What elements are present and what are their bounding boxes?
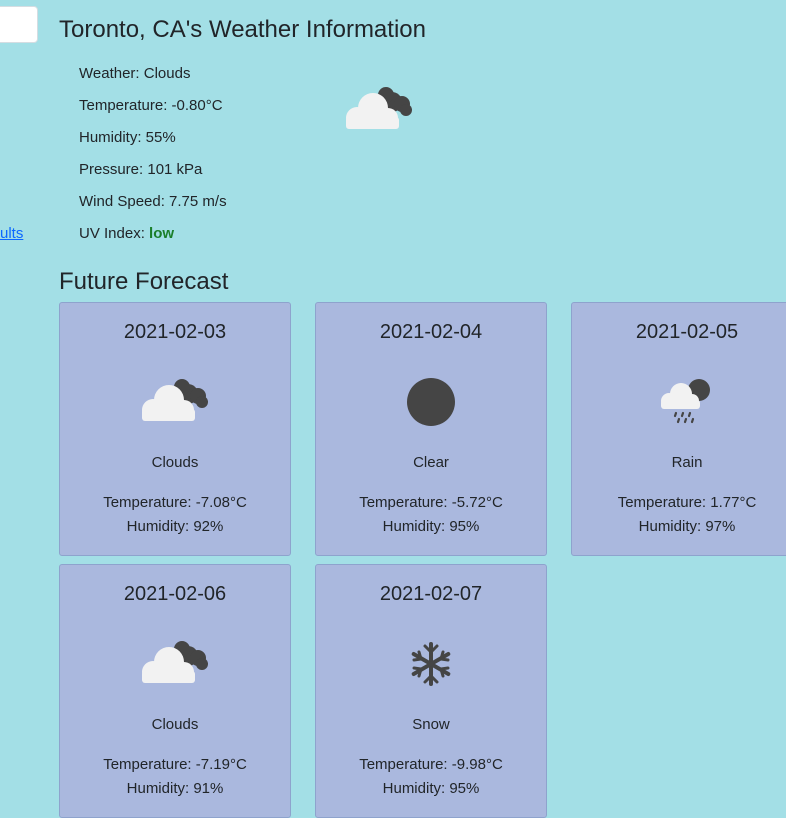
- current-temperature: Temperature: -0.80°C: [79, 97, 223, 114]
- uv-index-label: UV Index:: [79, 225, 150, 242]
- forecast-humidity: Humidity: 97%: [638, 518, 736, 535]
- results-link[interactable]: ults: [0, 225, 23, 242]
- current-humidity: Humidity: 55%: [79, 129, 176, 146]
- forecast-card: 2021-02-05 Rain Temperature: 1.77°C Humi…: [571, 302, 786, 556]
- forecast-humidity: Humidity: 95%: [382, 780, 480, 797]
- forecast-condition: Clouds: [151, 716, 199, 733]
- forecast-card: 2021-02-07 Snow Temperature: -9.98°C Hum…: [315, 564, 547, 818]
- uv-index: UV Index: low: [79, 222, 227, 254]
- forecast-title: Future Forecast: [59, 268, 229, 295]
- forecast-card: 2021-02-03 Clouds Temperature: -7.08°C H…: [59, 302, 291, 556]
- forecast-condition: Snow: [412, 716, 450, 733]
- forecast-humidity: Humidity: 95%: [382, 518, 480, 535]
- rain-icon: [661, 379, 710, 424]
- clouds-icon: [142, 379, 208, 421]
- forecast-card: 2021-02-04 Clear Temperature: -5.72°C Hu…: [315, 302, 547, 556]
- current-pressure: Pressure: 101 kPa: [79, 161, 203, 178]
- forecast-condition: Rain: [671, 454, 703, 471]
- forecast-condition: Clouds: [151, 454, 199, 471]
- clear-icon: [407, 378, 455, 426]
- forecast-temperature: Temperature: -7.19°C: [103, 756, 247, 773]
- clouds-icon: [142, 641, 208, 683]
- weather-condition: Weather: Clouds: [79, 65, 191, 82]
- forecast-date: 2021-02-06: [123, 583, 227, 605]
- forecast-date: 2021-02-04: [379, 321, 483, 343]
- forecast-card: 2021-02-06 Clouds Temperature: -7.19°C H…: [59, 564, 291, 818]
- forecast-temperature: Temperature: -7.08°C: [103, 494, 247, 511]
- page-title: Toronto, CA's Weather Information: [59, 16, 426, 43]
- search-input[interactable]: [0, 6, 38, 43]
- forecast-temperature: Temperature: 1.77°C: [617, 494, 757, 511]
- forecast-humidity: Humidity: 91%: [126, 780, 224, 797]
- forecast-humidity: Humidity: 92%: [126, 518, 224, 535]
- forecast-temperature: Temperature: -5.72°C: [359, 494, 503, 511]
- snow-icon: [411, 642, 451, 686]
- clouds-icon: [346, 87, 412, 129]
- forecast-condition: Clear: [413, 454, 449, 471]
- forecast-date: 2021-02-07: [379, 583, 483, 605]
- forecast-date: 2021-02-05: [635, 321, 739, 343]
- forecast-temperature: Temperature: -9.98°C: [359, 756, 503, 773]
- current-wind-speed: Wind Speed: 7.75 m/s: [79, 193, 227, 210]
- current-weather-list: Weather: Clouds Temperature: -0.80°C Hum…: [79, 62, 227, 254]
- uv-index-value: low: [149, 225, 175, 242]
- forecast-date: 2021-02-03: [123, 321, 227, 343]
